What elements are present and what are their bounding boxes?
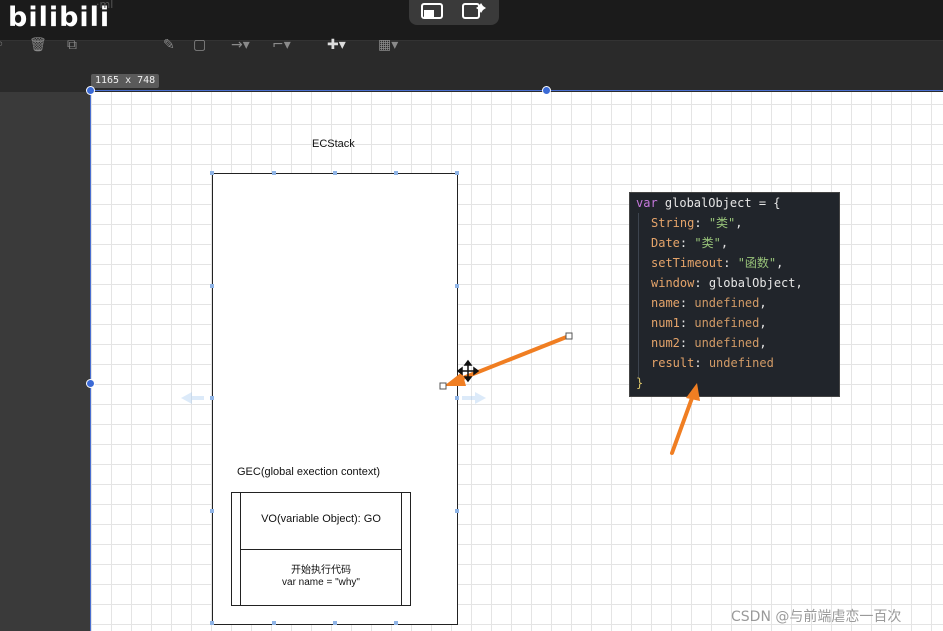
vo-text: VO(variable Object): GO (261, 513, 381, 525)
resize-handle-top-left[interactable] (86, 86, 95, 95)
code-property-value: undefined (708, 356, 774, 370)
code-property-key: result (651, 356, 695, 370)
code-property-key: name (651, 296, 680, 310)
exec-code-line1: 开始执行代码 (291, 565, 351, 576)
code-property-value: globalObject (708, 276, 796, 290)
code-separator: : (694, 216, 709, 230)
code-property-line: num1: undefined, (651, 313, 767, 333)
code-property-value: "函数" (737, 256, 777, 270)
line-color-icon[interactable]: ✎ (163, 38, 175, 52)
code-keyword: var (636, 196, 658, 210)
code-property-line: name: undefined, (651, 293, 767, 313)
code-property-line: String: "类", (651, 213, 743, 233)
code-line-1: var globalObject = { (636, 193, 781, 213)
code-property-line: num2: undefined, (651, 333, 767, 353)
connection-point[interactable] (210, 509, 214, 513)
bilibili-logo: bilibili (8, 2, 111, 33)
code-property-key: num2 (651, 336, 680, 350)
code-property-value: "类" (694, 236, 721, 250)
code-comma: , (776, 256, 784, 270)
faint-title-text: ·ml (96, 0, 114, 11)
gec-inner-right-border (401, 493, 402, 605)
connection-point[interactable] (455, 171, 459, 175)
code-comma: , (795, 276, 803, 290)
waypoint-icon[interactable]: ⌐▾ (272, 38, 291, 52)
connection-point[interactable] (455, 509, 459, 513)
code-comma: , (759, 296, 767, 310)
code-property-key: Date (651, 236, 680, 250)
connection-point[interactable] (210, 621, 214, 625)
code-close-brace: } (636, 376, 644, 390)
size-badge: 1165 x 748 (91, 74, 160, 88)
gec-box[interactable]: VO(variable Object): GO 开始执行代码 var name … (231, 492, 411, 606)
connection-point[interactable] (333, 171, 337, 175)
code-property-line: window: globalObject, (651, 273, 803, 293)
connection-point[interactable] (210, 171, 214, 175)
gec-divider (241, 549, 401, 550)
insert-plus-icon[interactable]: ✚▾ (327, 38, 346, 52)
ai-edit-icon[interactable] (461, 2, 487, 20)
code-separator: : (679, 296, 695, 310)
resize-handle-middle-left[interactable] (86, 379, 95, 388)
code-property-value: "类" (708, 216, 736, 230)
connection-point[interactable] (394, 621, 398, 625)
connection-point[interactable] (333, 621, 337, 625)
exec-code-text: 开始执行代码 var name = "why" (241, 565, 401, 589)
code-comma: , (735, 216, 743, 230)
code-separator: : (723, 256, 738, 270)
connection-point[interactable] (272, 621, 276, 625)
code-comma: , (759, 316, 767, 330)
video-player-topbar: bilibili ·ml (0, 0, 943, 40)
duplicate-icon[interactable]: ⧉ (67, 38, 77, 52)
resize-handle-top-center[interactable] (542, 86, 551, 95)
selection-outline-top (91, 90, 943, 91)
code-comma: , (759, 336, 767, 350)
code-property-line: Date: "类", (651, 233, 728, 253)
code-property-key: num1 (651, 316, 680, 330)
undo-icon[interactable]: ◦ (0, 38, 4, 52)
shape-icon[interactable]: ▢ (193, 38, 206, 52)
code-separator: : (679, 316, 695, 330)
selection-outline-left (90, 90, 91, 631)
exec-code-line2: var name = "why" (282, 577, 360, 588)
connection-point[interactable] (455, 284, 459, 288)
connector-icon[interactable]: →▾ (231, 38, 250, 52)
connection-point[interactable] (394, 171, 398, 175)
ecstack-label: ECStack (312, 138, 355, 150)
code-property-key: String (651, 216, 695, 230)
code-property-value: undefined (694, 296, 760, 310)
gec-label: GEC(global exection context) (237, 466, 381, 478)
player-control-pill (409, 0, 499, 25)
global-object-code-panel: var globalObject = { String: "类", Date: "… (629, 192, 840, 397)
connection-point[interactable] (210, 284, 214, 288)
connection-point[interactable] (455, 396, 459, 400)
code-separator: : (679, 336, 695, 350)
left-panel-gutter (0, 92, 91, 631)
indent-guide (638, 213, 639, 378)
code-property-value: undefined (694, 336, 760, 350)
code-property-line: result: undefined (651, 353, 774, 373)
code-property-line: setTimeout: "函数", (651, 253, 783, 273)
code-property-key: setTimeout (651, 256, 724, 270)
code-property-value: undefined (694, 316, 760, 330)
connection-point[interactable] (210, 396, 214, 400)
code-separator: : (694, 356, 709, 370)
connection-point[interactable] (272, 171, 276, 175)
code-ident: globalObject = { (657, 196, 781, 210)
picture-in-picture-icon[interactable] (420, 2, 446, 20)
delete-icon[interactable]: 🗑 (29, 38, 47, 52)
code-property-key: window (651, 276, 695, 290)
code-separator: : (694, 276, 709, 290)
code-separator: : (679, 236, 695, 250)
code-comma: , (720, 236, 729, 250)
table-icon[interactable]: ▦▾ (378, 38, 398, 52)
csdn-watermark: CSDN @与前端虐恋一百次 (731, 609, 902, 625)
